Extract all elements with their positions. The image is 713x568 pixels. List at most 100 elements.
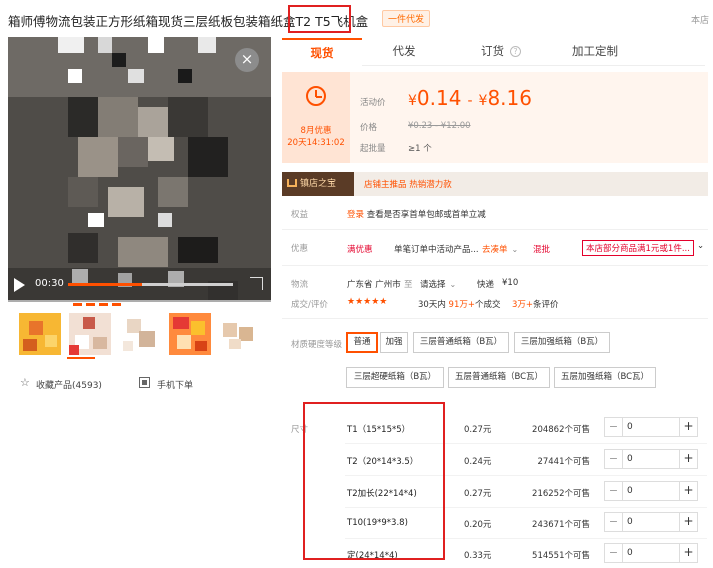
- fullscreen-icon[interactable]: [250, 277, 263, 290]
- mobile-order-link[interactable]: 手机下单: [157, 378, 193, 391]
- ship-to-word: 至: [404, 280, 413, 290]
- video-progress-bar[interactable]: [68, 283, 233, 286]
- size-stock: 216252个可售: [532, 489, 590, 499]
- express-label: 快递: [477, 280, 495, 290]
- thumbnail-selected-indicator: [67, 357, 95, 359]
- decrement-button[interactable]: −: [605, 482, 623, 500]
- close-video-button[interactable]: ×: [235, 48, 259, 72]
- material-option-5layer-reinforced[interactable]: 五层加强纸箱（BC瓦）: [554, 367, 656, 388]
- tab-preorder[interactable]: 订货?: [446, 38, 556, 66]
- thumbnail-1[interactable]: [19, 313, 61, 355]
- product-video[interactable]: [8, 37, 271, 300]
- crown-icon: [287, 179, 297, 187]
- price-low: 0.14: [416, 86, 462, 110]
- pixelated-video-frame: [8, 37, 271, 300]
- decrement-button[interactable]: −: [605, 450, 623, 468]
- quantity-stepper: − 0 +: [604, 543, 698, 563]
- star-outline-icon[interactable]: ☆: [20, 376, 30, 389]
- quantity-stepper: − 0 +: [604, 417, 698, 437]
- title-highlight-box: [288, 5, 351, 33]
- alarm-clock-icon: [306, 86, 326, 106]
- shipping-label: 物流: [291, 280, 309, 290]
- coupon-label: 满优惠: [347, 245, 373, 255]
- quantity-stepper: − 0 +: [604, 512, 698, 532]
- promo-countdown: 20天14:31:02: [287, 138, 345, 148]
- mixed-batch-label: 混批: [533, 245, 551, 255]
- promo-title: 8月优惠: [300, 126, 332, 136]
- go-order-link[interactable]: 去凑单 ⌄: [482, 243, 518, 255]
- store-highlight-bar: 镇店之宝 店铺主推品 热销潜力款: [282, 172, 708, 196]
- tab-in-stock[interactable]: 现货: [282, 38, 362, 66]
- quantity-stepper: − 0 +: [604, 449, 698, 469]
- review-summary[interactable]: 3万+条评价: [512, 298, 559, 310]
- purchase-mode-tabs: 现货 代发 订货? 加工定制: [282, 38, 705, 66]
- product-title-bar: 箱师傅物流包装正方形纸箱现货三层纸板包装箱纸盒T2 T5飞机盒 一件代发 本店: [8, 5, 713, 33]
- store-treasure-badge: 镇店之宝: [282, 172, 354, 196]
- thumbnail-3[interactable]: [119, 313, 161, 355]
- size-highlight-box: [303, 402, 445, 560]
- moq-label: 起批量: [360, 144, 386, 154]
- material-option-3layer-normal[interactable]: 三层普通纸箱（B瓦）: [413, 332, 509, 353]
- increment-button[interactable]: +: [679, 513, 697, 531]
- help-icon[interactable]: ?: [510, 46, 521, 57]
- ship-from: 广东省 广州市: [347, 280, 401, 290]
- increment-button[interactable]: +: [679, 482, 697, 500]
- store-link[interactable]: 本店: [691, 13, 709, 26]
- promo-countdown-tile: 8月优惠 20天14:31:02: [282, 72, 350, 163]
- material-label: 材质硬度等级: [291, 340, 343, 350]
- increment-button[interactable]: +: [679, 418, 697, 436]
- material-option-reinforced[interactable]: 加强: [380, 332, 408, 353]
- decrement-button[interactable]: −: [605, 513, 623, 531]
- favorite-link[interactable]: 收藏产品(4593): [36, 378, 102, 391]
- original-price-label: 价格: [360, 123, 378, 133]
- size-stock: 204862个可售: [532, 425, 590, 435]
- quantity-input[interactable]: 0: [627, 482, 677, 500]
- size-stock: 27441个可售: [537, 457, 590, 467]
- reviews-label: 成交/评价: [291, 300, 328, 310]
- play-icon[interactable]: [14, 278, 25, 292]
- quantity-stepper: − 0 +: [604, 481, 698, 501]
- tab-custom-processing[interactable]: 加工定制: [550, 38, 640, 66]
- thumbnail-4[interactable]: [169, 313, 211, 355]
- benefit-row: 登录 查看是否享首单包邮或首单立减: [347, 208, 486, 220]
- quantity-input[interactable]: 0: [627, 513, 677, 531]
- quantity-input[interactable]: 0: [627, 544, 677, 562]
- product-actions: ☆ 收藏产品(4593) 手机下单: [20, 376, 270, 391]
- qr-code-icon[interactable]: [139, 377, 150, 388]
- thumbnail-5[interactable]: [219, 313, 261, 355]
- video-progress-fill: [68, 283, 143, 286]
- benefit-text: 查看是否享首单包邮或首单立减: [366, 210, 486, 220]
- increment-button[interactable]: +: [679, 450, 697, 468]
- chevron-down-icon[interactable]: ⌄: [697, 241, 704, 251]
- material-option-5layer-normal[interactable]: 五层普通纸箱（BC瓦）: [448, 367, 550, 388]
- quantity-input[interactable]: 0: [627, 450, 677, 468]
- material-option-normal[interactable]: 普通: [346, 332, 378, 353]
- discount-label: 优惠: [291, 244, 309, 254]
- activity-price-label: 活动价: [360, 98, 386, 108]
- login-link[interactable]: 登录: [347, 210, 364, 220]
- thumbnail-strip: [19, 313, 269, 357]
- price-panel: 8月优惠 20天14:31:02 活动价 ¥0.14- ¥8.16 价格 ¥0.2…: [282, 72, 708, 163]
- tab-dropship[interactable]: 代发: [364, 38, 444, 66]
- activity-price: ¥0.14- ¥8.16: [408, 86, 532, 110]
- deals-summary: 30天内 91万+个成交: [418, 300, 501, 310]
- chevron-down-icon: ⌄: [449, 280, 457, 289]
- order-promo-text: 单笔订单中活动产品...: [394, 245, 479, 255]
- video-indicator: [73, 303, 123, 309]
- shipping-fee: ¥10: [502, 278, 519, 288]
- rating-stars: ★★★★★: [347, 297, 388, 307]
- material-option-3layer-reinforced[interactable]: 三层加强纸箱（B瓦）: [514, 332, 610, 353]
- original-price: ¥0.23 - ¥12.00: [408, 121, 471, 131]
- quantity-input[interactable]: 0: [627, 418, 677, 436]
- material-option-3layer-hard[interactable]: 三层超硬纸箱（B瓦）: [346, 367, 444, 388]
- dropship-badge: 一件代发: [382, 10, 431, 27]
- store-desc: 店铺主推品 热销潜力款: [364, 180, 452, 190]
- thumbnail-2[interactable]: [69, 313, 111, 355]
- increment-button[interactable]: +: [679, 544, 697, 562]
- size-stock: 243671个可售: [532, 520, 590, 530]
- video-time: 00:30: [35, 278, 64, 289]
- decrement-button[interactable]: −: [605, 418, 623, 436]
- decrement-button[interactable]: −: [605, 544, 623, 562]
- destination-select[interactable]: 请选择 ⌄: [420, 278, 456, 290]
- store-rule-link[interactable]: 本店部分商品满1元或1件...: [582, 240, 694, 256]
